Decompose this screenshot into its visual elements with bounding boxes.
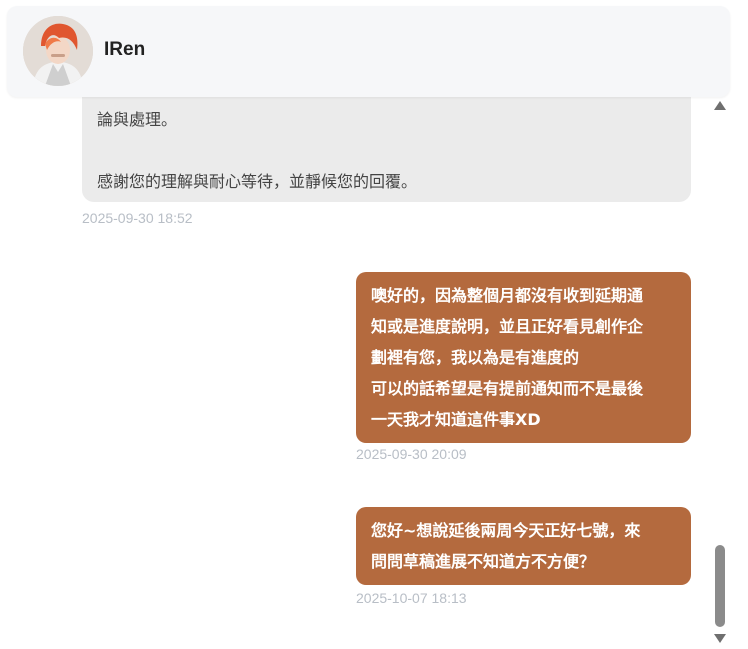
message-timestamp: 2025-10-07 18:13 xyxy=(356,590,467,606)
message-timestamp: 2025-09-30 20:09 xyxy=(356,446,467,462)
contact-name: IRen xyxy=(104,39,146,60)
message-line: 知或是進度說明，並且正好看見創作企 xyxy=(371,317,644,336)
message-line: 劃裡有您，我以為是有進度的 xyxy=(371,348,580,367)
scroll-up-arrow-icon[interactable] xyxy=(714,101,726,110)
message-line: 您好~想說延後兩周今天正好七號，來 xyxy=(371,521,641,540)
incoming-message-bubble: 論與處理。 感謝您的理解與耐心等待，並靜候您的回覆。 xyxy=(82,97,691,202)
message-line: 可以的話希望是有提前通知而不是最後 xyxy=(371,379,644,398)
outgoing-message-bubble: 您好~想說延後兩周今天正好七號，來 問問草稿進展不知道方不方便？ xyxy=(356,507,691,585)
message-line: 問問草稿進展不知道方不方便？ xyxy=(371,552,596,571)
scrollbar[interactable] xyxy=(712,97,728,649)
avatar[interactable] xyxy=(23,16,93,86)
message-line: 一天我才知道這件事XD xyxy=(371,410,541,429)
message-line: 論與處理。 xyxy=(97,110,178,129)
message-line: 感謝您的理解與耐心等待，並靜候您的回覆。 xyxy=(97,172,418,191)
avatar-image xyxy=(23,16,93,86)
message-line-blank xyxy=(97,135,676,166)
message-list[interactable]: 論與處理。 感謝您的理解與耐心等待，並靜候您的回覆。 2025-09-30 18… xyxy=(0,97,712,649)
outgoing-message-bubble: 噢好的，因為整個月都沒有收到延期通 知或是進度說明，並且正好看見創作企 劃裡有您… xyxy=(356,272,691,443)
scrollbar-thumb[interactable] xyxy=(715,545,725,627)
scroll-down-arrow-icon[interactable] xyxy=(714,634,726,643)
message-timestamp: 2025-09-30 18:52 xyxy=(82,210,193,226)
chat-header: IRen xyxy=(7,6,730,97)
message-line: 噢好的，因為整個月都沒有收到延期通 xyxy=(371,286,644,305)
